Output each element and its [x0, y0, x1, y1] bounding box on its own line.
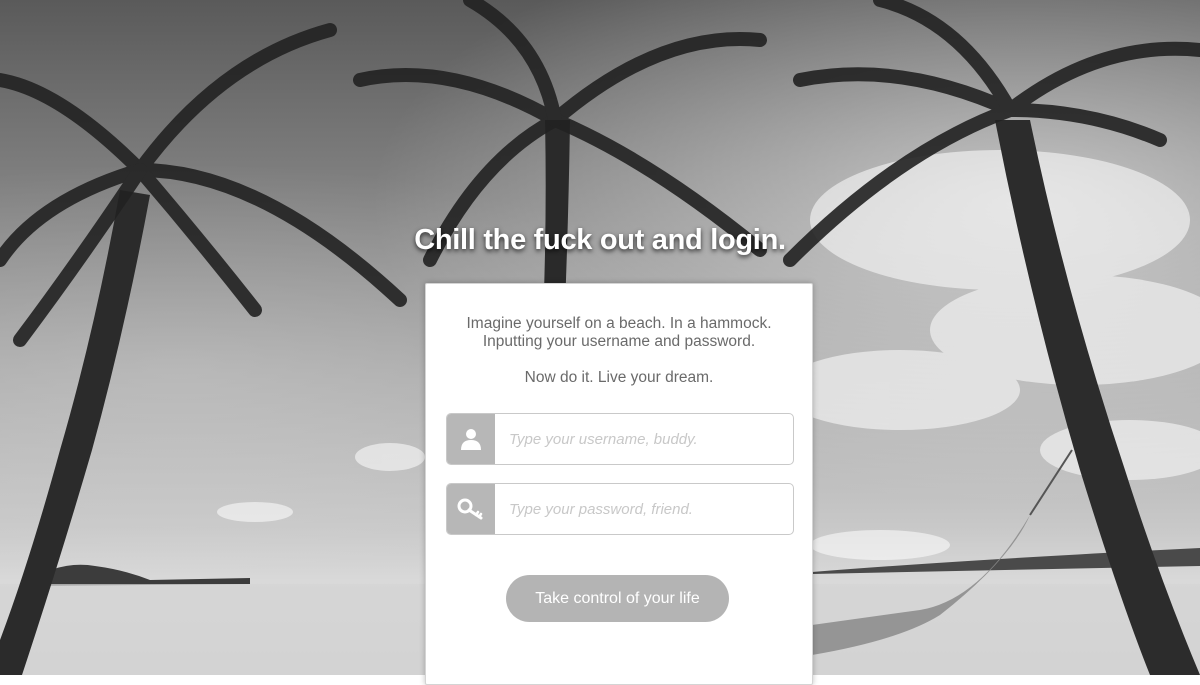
- login-card: Imagine yourself on a beach. In a hammoc…: [425, 283, 813, 685]
- intro-text: Imagine yourself on a beach. In a hammoc…: [446, 315, 792, 387]
- intro-line-2: Inputting your username and password.: [482, 333, 756, 350]
- key-icon: [447, 484, 495, 534]
- username-input[interactable]: [495, 414, 793, 464]
- username-field: [446, 413, 794, 465]
- intro-line-1: Imagine yourself on a beach. In a hammoc…: [466, 315, 772, 332]
- page-title: Chill the fuck out and login.: [414, 224, 786, 256]
- password-field: [446, 483, 794, 535]
- password-input[interactable]: [495, 484, 793, 534]
- intro-line-3: Now do it. Live your dream.: [524, 369, 714, 386]
- login-button[interactable]: Take control of your life: [506, 575, 729, 622]
- user-icon: [447, 414, 495, 464]
